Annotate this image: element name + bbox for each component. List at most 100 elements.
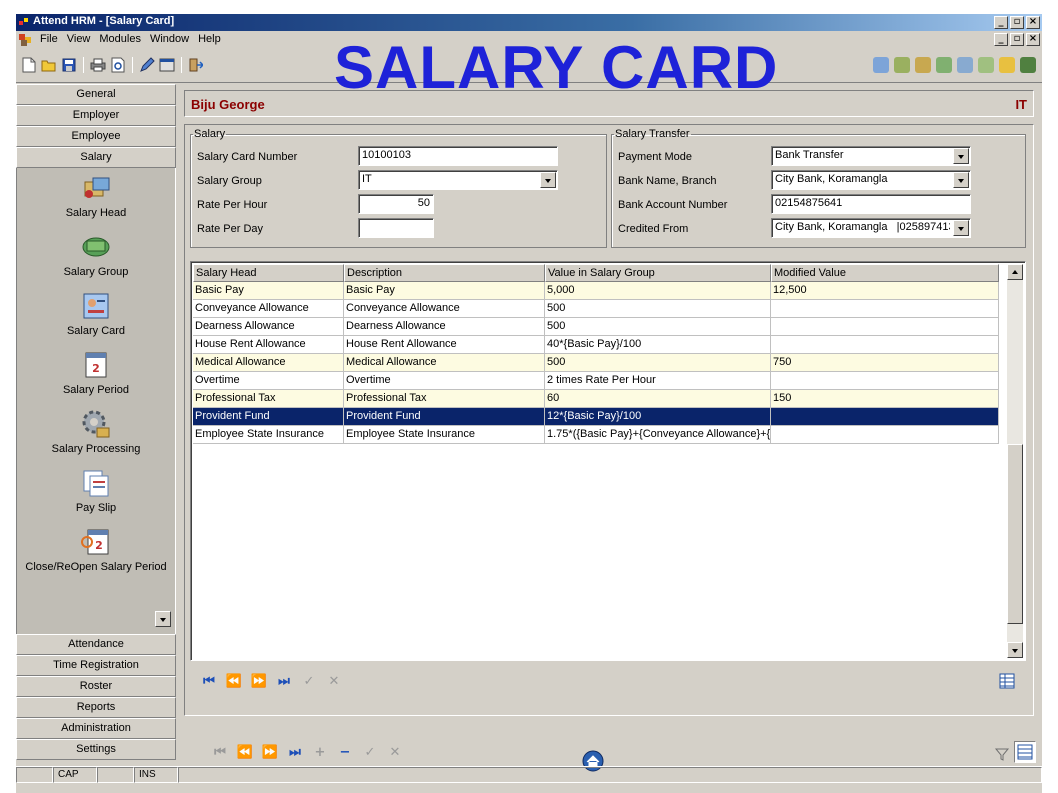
sidebar-item-pay-slip[interactable]: Pay Slip xyxy=(17,467,175,514)
sidebar-item-salary-card[interactable]: Salary Card xyxy=(17,290,175,337)
grid-header-modified-value[interactable]: Modified Value xyxy=(771,264,999,282)
cell-modified-value[interactable] xyxy=(771,426,999,444)
sidebar-item-salary-processing[interactable]: Salary Processing xyxy=(17,408,175,455)
rate-per-hour-input[interactable]: 50 xyxy=(358,194,434,214)
cell-modified-value[interactable] xyxy=(771,318,999,336)
cell-description[interactable]: Provident Fund xyxy=(344,408,545,426)
module-roster-icon[interactable] xyxy=(978,57,994,73)
cell-value-in-group[interactable]: 500 xyxy=(545,318,771,336)
cell-value-in-group[interactable]: 500 xyxy=(545,300,771,318)
first-record-icon[interactable]: ⏮ xyxy=(201,673,217,689)
table-row[interactable]: Dearness Allowance Dearness Allowance 500 xyxy=(193,318,999,336)
cell-description[interactable]: House Rent Allowance xyxy=(344,336,545,354)
table-row[interactable]: Medical Allowance Medical Allowance 500 750 xyxy=(193,354,999,372)
mdi-close-button[interactable]: × xyxy=(1026,33,1040,46)
chevron-down-icon[interactable] xyxy=(953,220,969,236)
first-record-icon[interactable]: ⏮ xyxy=(212,744,228,760)
print-icon[interactable] xyxy=(90,57,106,73)
cell-salary-head[interactable]: Employee State Insurance xyxy=(193,426,344,444)
cell-modified-value[interactable] xyxy=(771,372,999,390)
grid-columns-icon[interactable] xyxy=(999,673,1015,692)
table-row[interactable]: House Rent Allowance House Rent Allowance… xyxy=(193,336,999,354)
cell-salary-head[interactable]: Professional Tax xyxy=(193,390,344,408)
scroll-down-button[interactable] xyxy=(1007,642,1023,658)
cell-salary-head[interactable]: Dearness Allowance xyxy=(193,318,344,336)
cell-modified-value[interactable]: 12,500 xyxy=(771,282,999,300)
prior-record-icon[interactable]: ⏪ xyxy=(226,673,242,689)
menu-help[interactable]: Help xyxy=(195,33,224,45)
cell-description[interactable]: Conveyance Allowance xyxy=(344,300,545,318)
sidebar-group-employer[interactable]: Employer xyxy=(16,105,176,126)
table-row[interactable]: Overtime Overtime 2 times Rate Per Hour xyxy=(193,372,999,390)
module-general-icon[interactable] xyxy=(873,57,889,73)
module-settings-icon[interactable] xyxy=(1020,57,1036,73)
mdi-restore-button[interactable]: ▫ xyxy=(1010,33,1024,46)
sidebar-item-salary-group[interactable]: Salary Group xyxy=(17,231,175,278)
module-employee-icon[interactable] xyxy=(915,57,931,73)
sidebar-group-attendance[interactable]: Attendance xyxy=(16,634,176,655)
module-attendance-icon[interactable] xyxy=(957,57,973,73)
cell-value-in-group[interactable]: 40*{Basic Pay}/100 xyxy=(545,336,771,354)
sidebar-item-salary-period[interactable]: 2 Salary Period xyxy=(17,349,175,396)
table-row[interactable]: Professional Tax Professional Tax 60 150 xyxy=(193,390,999,408)
minimize-button[interactable]: _ xyxy=(994,16,1008,29)
cell-value-in-group[interactable]: 5,000 xyxy=(545,282,771,300)
cell-modified-value[interactable]: 750 xyxy=(771,354,999,372)
cell-salary-head[interactable]: Provident Fund xyxy=(193,408,344,426)
cell-value-in-group[interactable]: 500 xyxy=(545,354,771,372)
bank-name-branch-select[interactable]: City Bank, Koramangla xyxy=(771,170,971,190)
restore-button[interactable]: ▫ xyxy=(1010,16,1024,29)
cell-modified-value[interactable] xyxy=(771,408,999,426)
close-button[interactable]: × xyxy=(1026,16,1040,29)
cancel-x-icon[interactable]: ✕ xyxy=(326,673,342,689)
module-reports-icon[interactable] xyxy=(999,57,1015,73)
table-row[interactable]: Provident Fund Provident Fund 12*{Basic Pa… xyxy=(193,408,999,426)
sidebar-group-reports[interactable]: Reports xyxy=(16,697,176,718)
salary-heads-grid[interactable]: Salary Head Description Value in Salary … xyxy=(190,261,1026,661)
print-preview-icon[interactable] xyxy=(110,57,126,73)
menu-view[interactable]: View xyxy=(64,33,94,45)
sidebar-group-employee[interactable]: Employee xyxy=(16,126,176,147)
grid-header-value-in-group[interactable]: Value in Salary Group xyxy=(545,264,771,282)
menu-window[interactable]: Window xyxy=(147,33,192,45)
cell-description[interactable]: Medical Allowance xyxy=(344,354,545,372)
exit-icon[interactable] xyxy=(188,57,204,73)
prior-record-icon[interactable]: ⏪ xyxy=(237,744,253,760)
chevron-down-icon[interactable] xyxy=(953,172,969,188)
cancel-x-icon[interactable]: ✕ xyxy=(387,744,403,760)
last-record-icon[interactable]: ⏭ xyxy=(276,673,292,689)
sidebar-group-general[interactable]: General xyxy=(16,84,176,105)
cell-value-in-group[interactable]: 2 times Rate Per Hour xyxy=(545,372,771,390)
cell-salary-head[interactable]: Medical Allowance xyxy=(193,354,344,372)
sidebar-scroll-down-button[interactable] xyxy=(155,611,171,627)
sidebar-item-close-reopen-period[interactable]: 2 Close/ReOpen Salary Period xyxy=(17,526,175,573)
sidebar-group-salary[interactable]: Salary xyxy=(16,147,176,168)
cell-salary-head[interactable]: Conveyance Allowance xyxy=(193,300,344,318)
cell-salary-head[interactable]: Basic Pay xyxy=(193,282,344,300)
cell-value-in-group[interactable]: 1.75*({Basic Pay}+{Conveyance Allowance}… xyxy=(545,426,771,444)
grid-vertical-scrollbar[interactable] xyxy=(1007,264,1023,658)
mdi-minimize-button[interactable]: _ xyxy=(994,33,1008,46)
chevron-down-icon[interactable] xyxy=(540,172,556,188)
cell-description[interactable]: Overtime xyxy=(344,372,545,390)
credited-from-select[interactable]: City Bank, Koramangla |025897413: xyxy=(771,218,971,238)
open-folder-icon[interactable] xyxy=(41,57,57,73)
cell-modified-value[interactable]: 150 xyxy=(771,390,999,408)
cell-description[interactable]: Basic Pay xyxy=(344,282,545,300)
filter-icon[interactable] xyxy=(994,746,1010,765)
sidebar-group-administration[interactable]: Administration xyxy=(16,718,176,739)
salary-card-number-input[interactable]: 10100103 xyxy=(358,146,558,166)
sidebar-item-salary-head[interactable]: Salary Head xyxy=(17,172,175,219)
sidebar-group-settings[interactable]: Settings xyxy=(16,739,176,760)
grid-header-description[interactable]: Description xyxy=(344,264,545,282)
payment-mode-select[interactable]: Bank Transfer xyxy=(771,146,971,166)
cell-salary-head[interactable]: House Rent Allowance xyxy=(193,336,344,354)
grid-header-salary-head[interactable]: Salary Head xyxy=(193,264,344,282)
next-record-icon[interactable]: ⏩ xyxy=(251,673,267,689)
sidebar-group-roster[interactable]: Roster xyxy=(16,676,176,697)
insert-plus-icon[interactable]: + xyxy=(312,744,328,760)
cell-description[interactable]: Dearness Allowance xyxy=(344,318,545,336)
chevron-down-icon[interactable] xyxy=(953,148,969,164)
cell-value-in-group[interactable]: 12*{Basic Pay}/100 xyxy=(545,408,771,426)
last-record-icon[interactable]: ⏭ xyxy=(287,744,303,760)
